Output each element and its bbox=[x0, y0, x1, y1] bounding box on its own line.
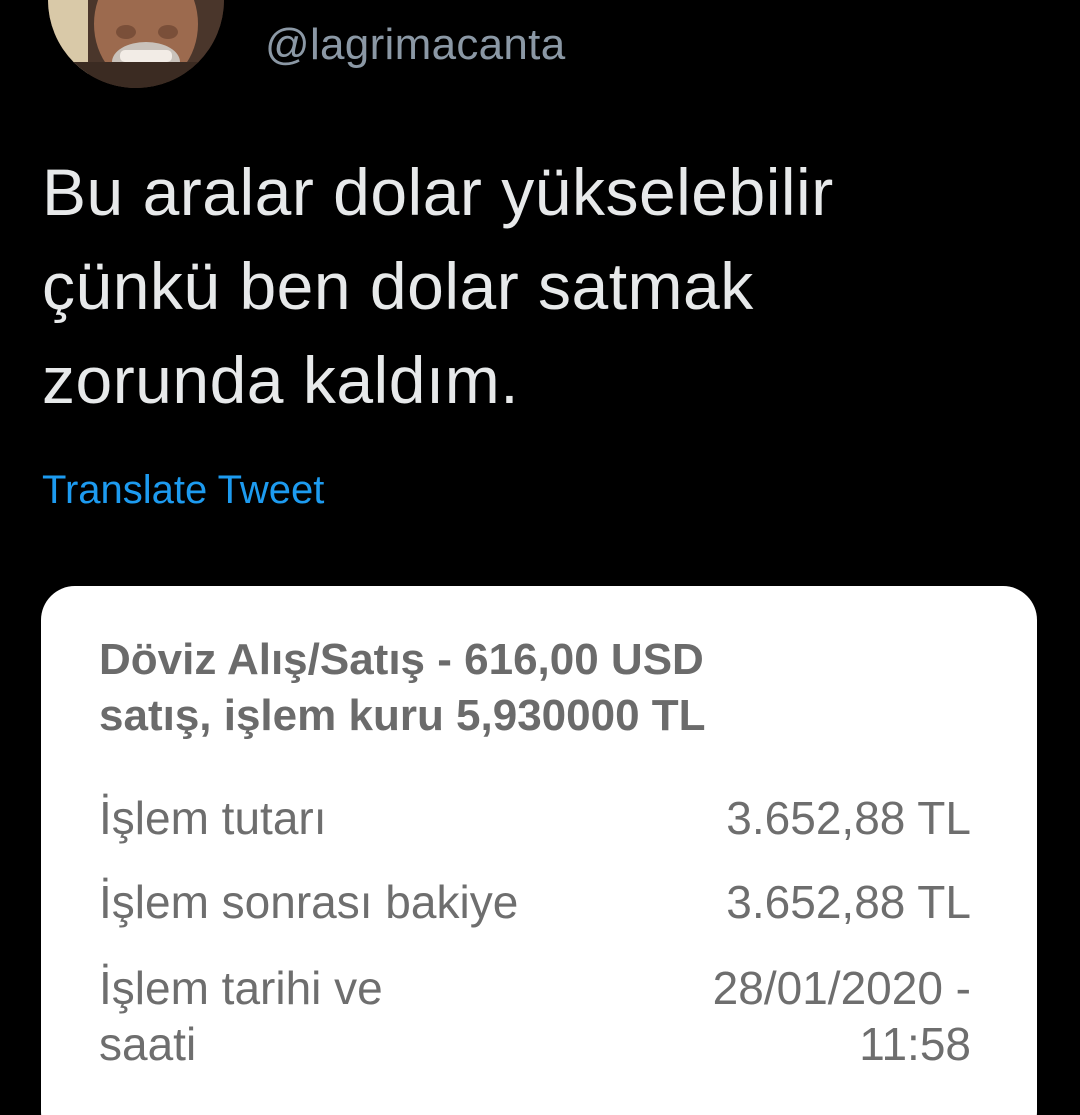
receipt-label-line: İşlem tarihi ve bbox=[99, 962, 383, 1014]
receipt-label-line: saati bbox=[99, 1018, 197, 1070]
tweet-text-line: çünkü ben dolar satmak bbox=[42, 249, 754, 323]
receipt-row-label: İşlem tarihi ve saati bbox=[99, 960, 383, 1072]
receipt-value-line: 28/01/2020 - bbox=[712, 962, 971, 1014]
receipt-row-label: İşlem sonrası bakiye bbox=[99, 874, 518, 930]
receipt-title-line: satış, işlem kuru 5,930000 TL bbox=[99, 691, 706, 740]
receipt-label-line: İşlem tutarı bbox=[99, 792, 327, 844]
tweet-text-line: Bu aralar dolar yükselebilir bbox=[42, 155, 834, 229]
receipt-row-value: 28/01/2020 - 11:58 bbox=[713, 960, 971, 1072]
receipt-row-value: 3.652,88 TL bbox=[726, 874, 971, 930]
receipt-value-line: 3.652,88 TL bbox=[726, 792, 971, 844]
tweet-screen: @lagrimacanta Bu aralar dolar yükselebil… bbox=[0, 0, 1080, 1115]
tweet-text: Bu aralar dolar yükselebilir çünkü ben d… bbox=[42, 145, 1002, 427]
attached-receipt-image[interactable]: Döviz Alış/Satış - 616,00 USD satış, işl… bbox=[41, 586, 1037, 1115]
receipt-row-label: İşlem tutarı bbox=[99, 790, 327, 846]
translate-tweet-link[interactable]: Translate Tweet bbox=[42, 468, 324, 513]
receipt-title-line: Döviz Alış/Satış - 616,00 USD bbox=[99, 635, 704, 684]
avatar-photo-icon bbox=[48, 0, 224, 88]
receipt-value-line: 11:58 bbox=[859, 1018, 971, 1070]
receipt-label-line: İşlem sonrası bakiye bbox=[99, 876, 519, 928]
user-handle[interactable]: @lagrimacanta bbox=[265, 20, 565, 70]
avatar[interactable] bbox=[48, 0, 224, 88]
receipt-value-line: 3.652,88 TL bbox=[726, 876, 971, 928]
receipt-title: Döviz Alış/Satış - 616,00 USD satış, işl… bbox=[99, 632, 999, 744]
tweet-text-line: zorunda kaldım. bbox=[42, 343, 520, 417]
receipt-row-value: 3.652,88 TL bbox=[726, 790, 971, 846]
